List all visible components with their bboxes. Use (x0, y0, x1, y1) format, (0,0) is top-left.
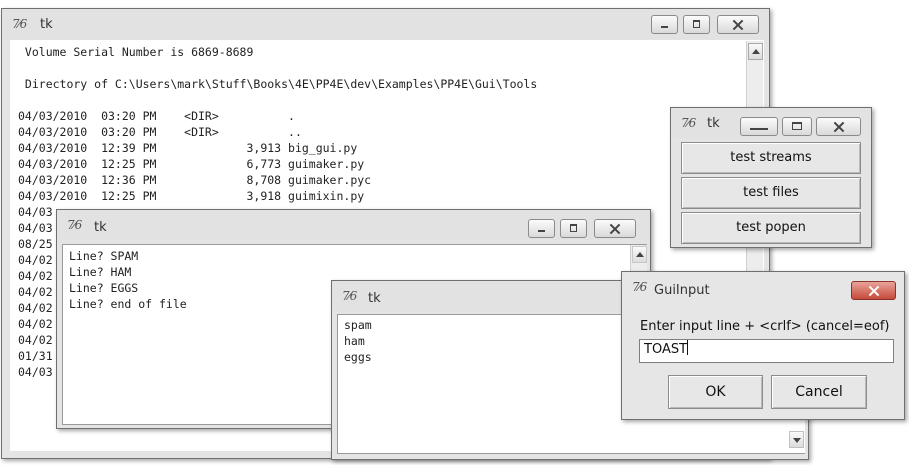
test-streams-button[interactable]: test streams (681, 142, 861, 174)
console-title: tk (40, 17, 53, 32)
text-line: Directory of C:\Users\mark\Stuff\Books\4… (18, 77, 538, 91)
text-line: 04/03/2010 12:25 PM 6,773 guimaker.py (18, 157, 365, 171)
lines-window-title: tk (94, 220, 107, 235)
tk-logo-icon: 7⁄6 (12, 17, 27, 31)
console-titlebar[interactable]: 7⁄6 tk (2, 9, 769, 39)
close-icon (718, 16, 758, 33)
minimize-icon (652, 16, 677, 33)
tk-logo-icon: 7⁄6 (681, 116, 696, 130)
dialog-title: GuiInput (654, 283, 710, 298)
gui-input-dialog: 7⁄6 GuiInput Enter input line + <crlf> (… (621, 271, 905, 420)
close-icon (817, 118, 860, 135)
text-line: 04/03/2010 03:20 PM <DIR> .. (18, 125, 302, 139)
buttons-titlebar[interactable]: 7⁄6 tk (671, 108, 871, 138)
maximize-button[interactable] (683, 15, 710, 34)
minimize-button[interactable] (528, 219, 555, 238)
lines-titlebar[interactable]: 7⁄6 tk (57, 210, 650, 240)
dialog-titlebar[interactable]: 7⁄6 GuiInput (622, 272, 904, 302)
cancel-button[interactable]: Cancel (771, 375, 867, 409)
maximize-icon (561, 220, 586, 237)
buttons-window: 7⁄6 tk test streams test files test pope… (670, 107, 872, 248)
text-line: Line? SPAM (69, 249, 139, 263)
text-line: 04/03/2010 03:20 PM <DIR> . (18, 109, 295, 123)
close-button[interactable] (717, 15, 759, 34)
scroll-up-arrow-icon[interactable] (632, 246, 647, 263)
close-button[interactable] (816, 117, 861, 136)
text-line (18, 60, 537, 76)
text-line: 04/03/2010 12:36 PM 8,708 guimaker.pyc (18, 173, 372, 187)
text-line: Line? HAM (69, 265, 132, 279)
text-line: ham (344, 334, 365, 348)
output-text: spam ham eggs (344, 317, 372, 365)
close-icon (595, 220, 635, 237)
tk-logo-icon: 7⁄6 (342, 289, 357, 303)
minimize-button[interactable] (740, 117, 778, 136)
text-line: 04/03/2010 12:39 PM 3,913 big_gui.py (18, 141, 358, 155)
input-line-field[interactable]: TOAST (639, 339, 894, 363)
text-line: 04/03/2010 12:25 PM 3,918 guimixin.py (18, 189, 365, 203)
output-window-title: tk (368, 291, 381, 306)
ok-button[interactable]: OK (668, 375, 763, 409)
tk-logo-icon: 7⁄6 (67, 218, 82, 232)
scroll-up-arrow-icon[interactable] (748, 43, 763, 60)
text-line (18, 92, 537, 108)
minimize-button[interactable] (651, 15, 678, 34)
prompt-label: Enter input line + <crlf> (cancel=eof) (640, 319, 890, 334)
close-button[interactable] (851, 281, 896, 300)
close-icon (852, 282, 895, 299)
buttons-window-title: tk (707, 116, 720, 131)
text-line: Line? end of file (69, 297, 187, 311)
scroll-down-arrow-icon[interactable] (789, 431, 804, 448)
close-button[interactable] (594, 219, 636, 238)
maximize-icon (783, 118, 811, 135)
lines-text: Line? SPAM Line? HAM Line? EGGS Line? end o… (69, 248, 187, 312)
maximize-icon (684, 16, 709, 33)
maximize-button[interactable] (782, 117, 812, 136)
text-line: Volume Serial Number is 6869-8689 (18, 45, 254, 59)
text-cursor (687, 340, 689, 355)
test-popen-button[interactable]: test popen (681, 212, 861, 244)
minimize-icon (741, 118, 777, 135)
text-line: Line? EGGS (69, 281, 139, 295)
tk-logo-icon: 7⁄6 (632, 280, 647, 294)
maximize-button[interactable] (560, 219, 587, 238)
test-files-button[interactable]: test files (681, 177, 861, 209)
input-line-value: TOAST (644, 342, 688, 357)
text-line: eggs (344, 350, 372, 364)
minimize-icon (529, 220, 554, 237)
text-line: spam (344, 318, 372, 332)
